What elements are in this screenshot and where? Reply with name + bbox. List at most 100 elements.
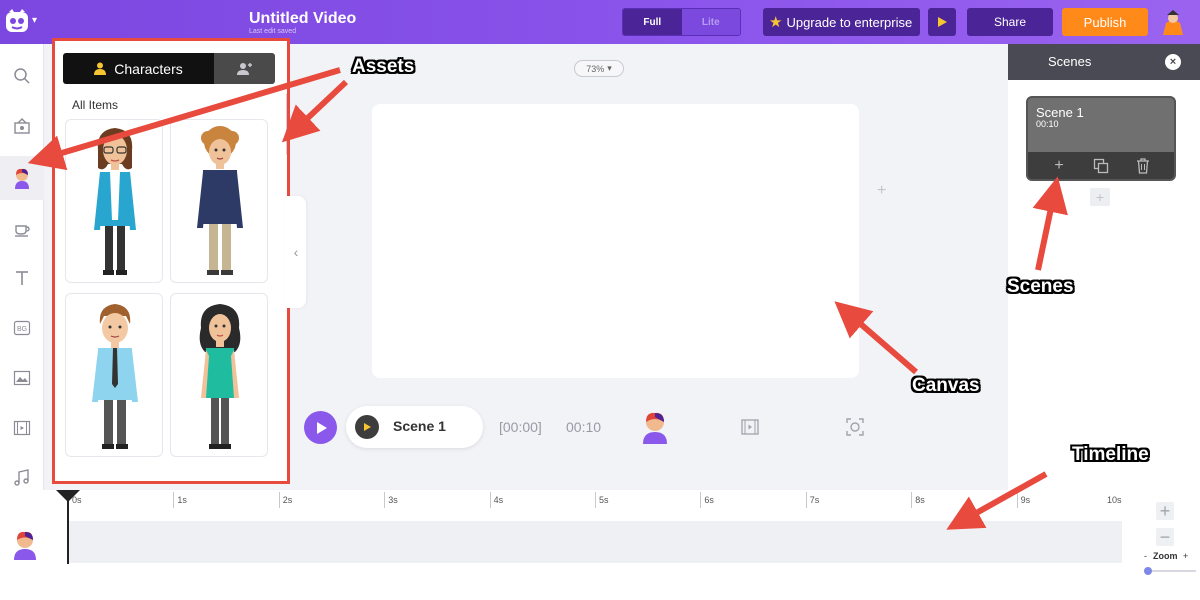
annotation-scenes: Scenes (1007, 276, 1074, 297)
video-icon[interactable] (740, 417, 760, 437)
timeline-zoom-controls: + − - Zoom + (1122, 490, 1200, 600)
trash-icon[interactable] (1133, 156, 1153, 176)
duplicate-icon[interactable] (1091, 156, 1111, 176)
zoom-out-button[interactable]: − (1156, 527, 1174, 547)
ruler-tick-label: 1s (177, 495, 187, 505)
timeline: 0s 1s 2s 3s 4s 5s 6s 7s 8s 9s 10s + − - Zoom + (0, 490, 1200, 600)
publish-button[interactable]: Publish (1062, 8, 1148, 36)
zoom-in-button[interactable]: + (1156, 501, 1174, 521)
share-button[interactable]: Share (967, 8, 1053, 36)
annotation-canvas: Canvas (912, 375, 980, 396)
chevron-down-icon[interactable]: ▾ (32, 15, 37, 26)
zoom-slider[interactable] (1148, 570, 1196, 572)
ruler-tick: 6s (700, 492, 714, 508)
ruler-tick-label: 9s (1020, 495, 1031, 505)
chevron-down-icon: ▾ (607, 63, 612, 73)
zoom-plus-label: + (1183, 551, 1189, 561)
video-icon[interactable] (0, 406, 44, 450)
character-track-icon[interactable] (12, 530, 38, 560)
zoom-level: 73% (586, 63, 605, 74)
character-card[interactable] (65, 293, 163, 457)
mode-lite-button[interactable]: Lite (681, 9, 740, 35)
character-icon[interactable] (0, 156, 44, 200)
character-icon[interactable] (640, 410, 670, 444)
ruler-tick-label: 6s (704, 495, 714, 505)
ruler-tick: 2s (278, 492, 292, 508)
play-icon (316, 421, 327, 434)
star-icon: ★ (769, 14, 783, 31)
time-ruler[interactable]: 0s 1s 2s 3s 4s 5s 6s 7s 8s 9s 10s (68, 490, 1123, 512)
ruler-tick-label: 10s (1107, 495, 1122, 505)
add-icon[interactable]: + (877, 182, 886, 200)
scene-actions: + (1028, 152, 1174, 179)
collapse-panel-button[interactable]: ‹ (286, 196, 306, 308)
character-man-curly-illustration (197, 126, 243, 275)
search-icon[interactable] (0, 54, 44, 98)
ruler-tick: 8s (911, 492, 925, 508)
assets-panel: Characters All Items (52, 38, 290, 484)
scene-label: Scene 1 (393, 418, 446, 434)
ruler-tick-label: 8s (915, 495, 925, 505)
playhead-handle[interactable] (56, 490, 80, 502)
arrow-to-assets (281, 79, 349, 143)
upgrade-button[interactable]: ★ Upgrade to enterprise (763, 8, 920, 36)
ruler-tick-label: 4s (493, 495, 504, 505)
properties-icon[interactable] (0, 104, 44, 148)
ruler-tick: 7s (805, 492, 819, 508)
avatar[interactable] (1160, 9, 1186, 35)
assets-tabs: Characters (63, 53, 275, 84)
timeline-track[interactable] (68, 521, 1122, 563)
scene-canvas[interactable] (372, 104, 859, 378)
video-title[interactable]: Untitled Video (249, 10, 356, 28)
ruler-tick-label: 5s (599, 495, 609, 505)
ruler-tick: 4s (489, 492, 503, 508)
preview-play-button[interactable] (928, 8, 956, 36)
svg-text:BG: BG (17, 326, 27, 333)
scene-duration: 00:10 (1036, 119, 1059, 129)
character-man-tie-illustration (92, 304, 138, 449)
tool-sidebar: BG (0, 44, 44, 490)
tab-custom-character[interactable] (214, 53, 275, 84)
ruler-tick-label: 3s (388, 495, 398, 505)
image-icon[interactable] (0, 356, 44, 400)
save-status: Last edit saved (249, 28, 297, 35)
character-card[interactable] (65, 119, 163, 283)
app-logo-icon[interactable] (5, 9, 29, 35)
scenes-header: Scenes × (1008, 44, 1200, 80)
scene-selector[interactable]: Scene 1 (346, 406, 483, 448)
tab-characters-label: Characters (114, 60, 183, 77)
coffee-cup-icon[interactable] (0, 206, 44, 250)
character-card[interactable] (170, 293, 268, 457)
add-scene-icon[interactable]: + (1049, 156, 1069, 176)
tab-characters[interactable]: Characters (63, 53, 214, 84)
close-icon[interactable]: × (1165, 54, 1181, 70)
scrollbar[interactable] (286, 93, 287, 155)
ruler-tick: 1s (173, 492, 187, 508)
mode-toggle: Full Lite (622, 8, 741, 36)
scene-play-icon[interactable] (355, 415, 379, 439)
person-icon (94, 62, 107, 75)
mode-full-button[interactable]: Full (623, 9, 682, 35)
zoom-select[interactable]: 73% ▾ (574, 60, 624, 77)
zoom-label: Zoom (1153, 551, 1178, 561)
ruler-tick: 5s (595, 492, 609, 508)
annotation-timeline: Timeline (1072, 444, 1149, 465)
add-scene-button[interactable]: + (1090, 188, 1110, 206)
total-duration: 00:10 (566, 419, 602, 435)
track-label (0, 490, 55, 600)
scene-thumbnail[interactable]: Scene 1 00:10 + (1026, 96, 1176, 181)
ruler-tick: 3s (384, 492, 398, 508)
text-icon[interactable] (0, 256, 44, 300)
fit-screen-icon[interactable] (845, 417, 865, 437)
background-icon[interactable]: BG (0, 306, 44, 350)
character-card[interactable] (170, 119, 268, 283)
current-time: [00:00] (499, 419, 542, 435)
ruler-tick-label: 7s (809, 495, 820, 505)
chevron-left-icon: ‹ (293, 244, 299, 260)
play-icon (938, 17, 947, 27)
upgrade-label: Upgrade to enterprise (786, 14, 913, 30)
character-woman-glasses-illustration (94, 128, 136, 275)
play-button[interactable] (304, 411, 337, 444)
add-person-icon (236, 62, 252, 75)
zoom-slider-knob[interactable] (1144, 567, 1152, 575)
